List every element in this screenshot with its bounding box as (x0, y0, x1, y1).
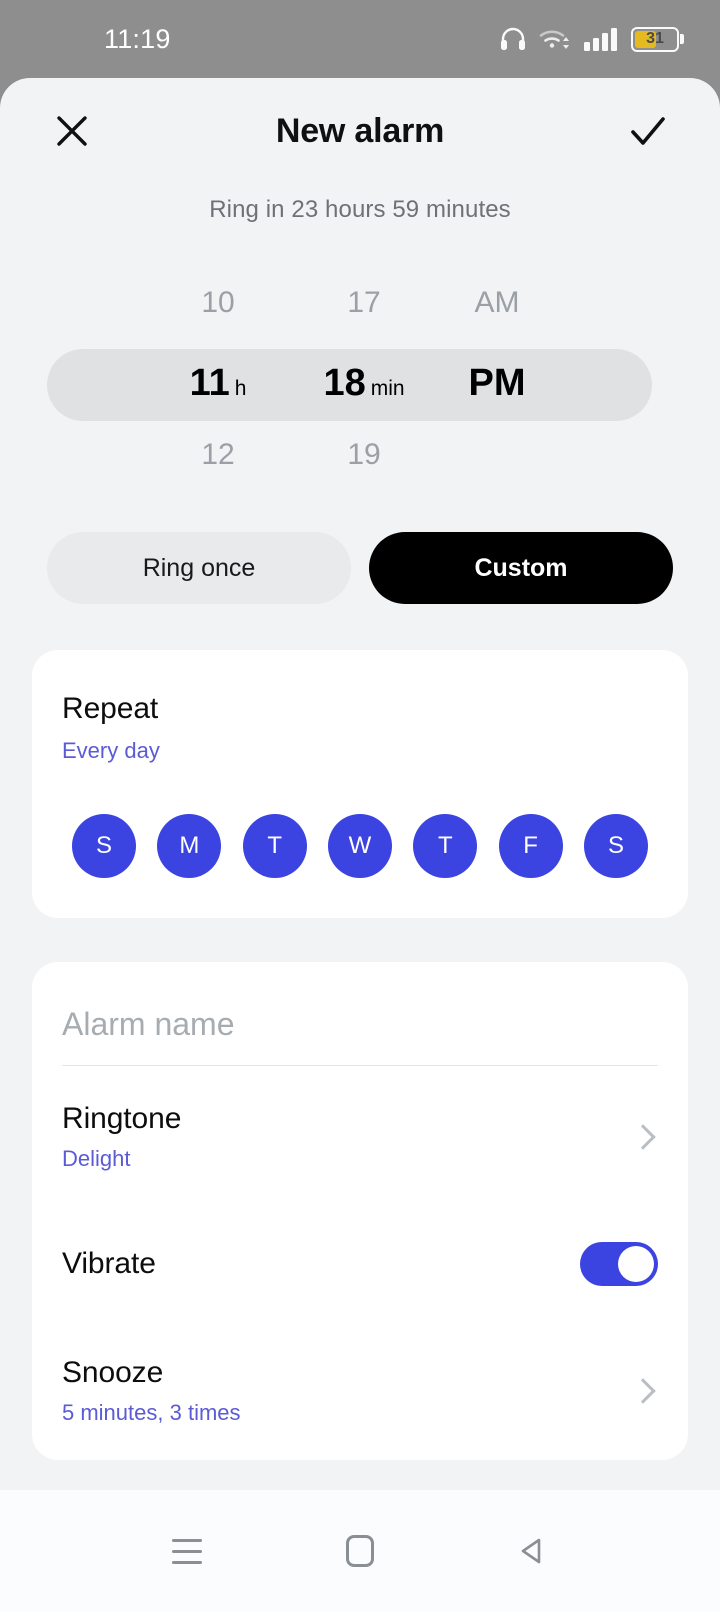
minute-value: 18 (323, 362, 365, 404)
day-toggle-fri[interactable]: F (499, 814, 563, 878)
status-bar-icons: 31 (500, 27, 684, 52)
minute-next[interactable]: 19 (294, 440, 434, 470)
ring-in-subtitle: Ring in 23 hours 59 minutes (0, 196, 720, 224)
vibrate-toggle[interactable] (580, 1242, 658, 1286)
tab-ring-once[interactable]: Ring once (47, 532, 351, 604)
repeat-card: Repeat Every day S M T W T F S (32, 650, 688, 918)
home-icon (346, 1535, 374, 1567)
signal-icon (584, 27, 618, 51)
wifi-icon (539, 27, 571, 51)
chevron-right-icon (630, 1124, 655, 1149)
page-title: New alarm (0, 112, 720, 151)
check-icon (628, 112, 668, 150)
snooze-title: Snooze (62, 1356, 241, 1390)
period-value: PM (469, 362, 526, 404)
alarm-name-input[interactable] (62, 1006, 658, 1065)
status-bar-clock: 11:19 (104, 24, 171, 55)
ringtone-value: Delight (62, 1146, 181, 1172)
back-icon (517, 1535, 549, 1567)
alarm-name-row (32, 962, 688, 1066)
period-previous[interactable]: AM (437, 288, 557, 318)
status-bar: 11:19 (0, 0, 720, 78)
battery-icon: 31 (631, 27, 684, 52)
day-selector: S M T W T F S (32, 814, 688, 878)
ringtone-row[interactable]: Ringtone Delight (32, 1066, 688, 1206)
alarm-settings-card: Ringtone Delight Vibrate (32, 962, 688, 1460)
close-icon (53, 112, 91, 150)
home-button[interactable] (315, 1506, 405, 1596)
minute-previous[interactable]: 17 (294, 288, 434, 318)
battery-level: 31 (633, 29, 677, 50)
close-button[interactable] (44, 103, 100, 159)
hour-unit: h (235, 377, 247, 400)
period-selected[interactable]: PM (437, 364, 557, 402)
hour-previous[interactable]: 10 (148, 288, 288, 318)
back-button[interactable] (488, 1506, 578, 1596)
chevron-right-icon (630, 1378, 655, 1403)
tab-custom[interactable]: Custom (369, 532, 673, 604)
day-toggle-tue[interactable]: T (243, 814, 307, 878)
alarm-mode-tabs: Ring once Custom (0, 532, 720, 604)
day-toggle-thu[interactable]: T (413, 814, 477, 878)
snooze-value: 5 minutes, 3 times (62, 1400, 241, 1426)
minute-unit: min (371, 377, 405, 400)
minute-selected[interactable]: 18 min (294, 364, 434, 402)
new-alarm-screen: New alarm Ring in 23 hours 59 minutes 10… (0, 78, 720, 1490)
app-header: New alarm (0, 78, 720, 184)
hour-selected[interactable]: 11h (148, 364, 288, 402)
vibrate-title: Vibrate (62, 1247, 156, 1281)
day-toggle-sat[interactable]: S (584, 814, 648, 878)
hour-value: 11 (190, 362, 230, 404)
ringtone-title: Ringtone (62, 1102, 181, 1136)
day-toggle-wed[interactable]: W (328, 814, 392, 878)
time-picker[interactable]: 10 17 AM 11h 18 min PM 12 19 (0, 270, 720, 500)
vibrate-row[interactable]: Vibrate (32, 1206, 688, 1320)
recents-button[interactable] (142, 1506, 232, 1596)
day-toggle-mon[interactable]: M (157, 814, 221, 878)
day-toggle-sun[interactable]: S (72, 814, 136, 878)
phone-screen: 11:19 (0, 0, 720, 1612)
recents-icon (172, 1539, 202, 1564)
snooze-row[interactable]: Snooze 5 minutes, 3 times (32, 1320, 688, 1460)
repeat-value: Every day (32, 738, 688, 764)
repeat-title: Repeat (32, 692, 688, 726)
headphones-icon (500, 27, 526, 51)
system-navigation-bar (0, 1490, 720, 1612)
hour-next[interactable]: 12 (148, 440, 288, 470)
confirm-button[interactable] (620, 103, 676, 159)
vibrate-toggle-knob (618, 1246, 654, 1282)
